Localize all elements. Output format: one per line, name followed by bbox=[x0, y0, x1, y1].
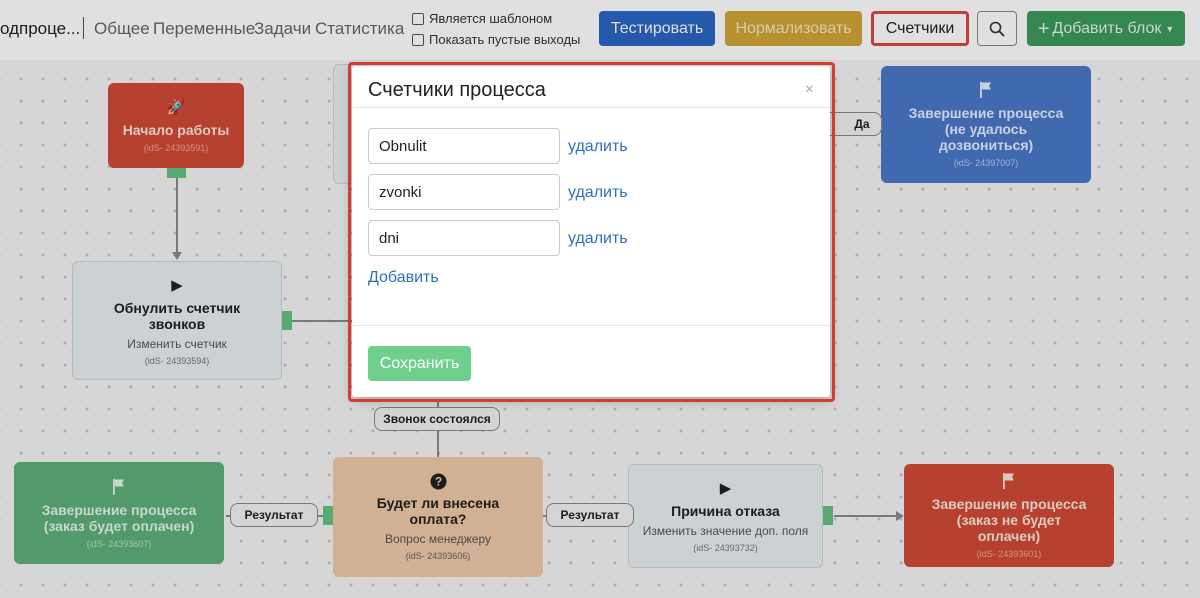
modal-highlight-frame bbox=[348, 62, 835, 402]
